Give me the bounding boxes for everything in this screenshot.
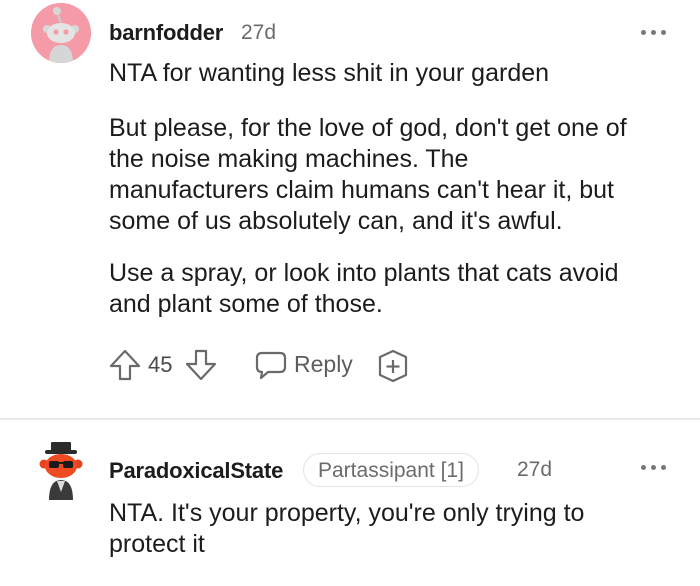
add-award-icon[interactable] [376, 349, 410, 383]
speech-bubble-icon [255, 351, 287, 380]
snoo-avatar-icon [39, 442, 83, 500]
arrow-down-outline-icon[interactable] [184, 348, 218, 382]
arrow-up-outline-icon[interactable] [108, 348, 142, 382]
paragraph-text: NTA. It's your property, you're only try… [109, 499, 585, 558]
snoo-avatar-icon [31, 3, 91, 63]
comment: barnfodder 27d NTA for wanting less shit… [0, 0, 700, 418]
reply-button[interactable]: Reply [254, 346, 354, 386]
username[interactable]: ParadoxicalState [109, 458, 283, 484]
comment-paragraph: NTA for wanting less shit in your garden [109, 58, 549, 89]
user-avatar[interactable] [31, 3, 91, 63]
vote-count: 45 [148, 352, 173, 377]
user-flair: Partassipant [1] [303, 453, 479, 487]
paragraph-text: But please, for the love of god, don't g… [109, 114, 627, 235]
comment-paragraph: Use a spray, or look into plants that ca… [109, 258, 619, 320]
comment-paragraph: NTA. It's your property, you're only try… [109, 498, 584, 560]
more-options-dots-icon[interactable] [641, 29, 667, 37]
comment-paragraph: But please, for the love of god, don't g… [109, 113, 627, 237]
user-avatar[interactable] [36, 438, 86, 502]
reply-label: Reply [294, 351, 353, 377]
comment-age: 27d [241, 21, 277, 44]
more-options-dots-icon[interactable] [641, 464, 667, 472]
paragraph-text: NTA for wanting less shit in your garden [109, 59, 550, 87]
paragraph-text: Use a spray, or look into plants that ca… [109, 259, 619, 318]
username[interactable]: barnfodder [109, 20, 223, 46]
comment-age: 27d [517, 458, 553, 481]
comment-actions: 45 Reply [108, 346, 428, 386]
comment-divider [0, 418, 700, 420]
